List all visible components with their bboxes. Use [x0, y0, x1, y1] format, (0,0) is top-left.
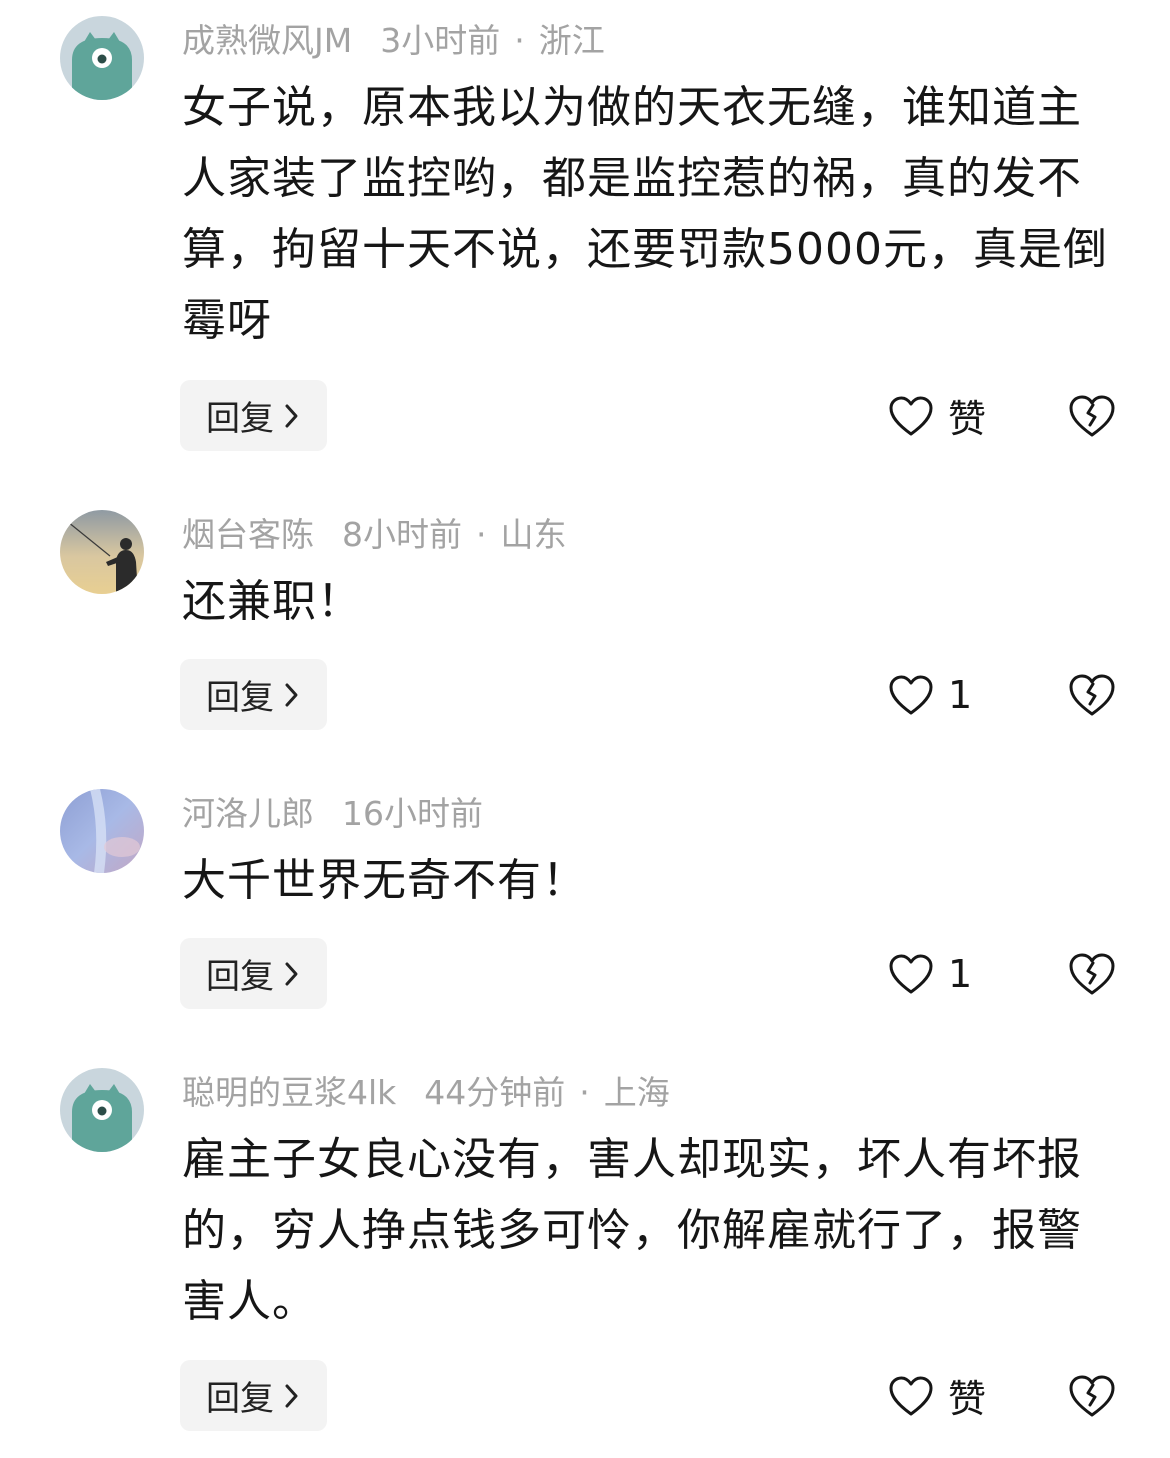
chevron-right-icon [284, 961, 300, 987]
comment-meta: 成熟微风JM 3小时前 · 浙江 [182, 16, 605, 66]
broken-heart-icon [1069, 674, 1115, 715]
teal-monster-avatar-icon [60, 16, 144, 100]
blue-sky-avatar-icon [60, 789, 144, 873]
like-button[interactable]: 赞 [888, 380, 986, 451]
heart-icon [888, 1375, 934, 1417]
fisherman-sunset-avatar-icon [60, 510, 144, 594]
reply-label: 回复 [206, 399, 274, 439]
broken-heart-icon [1069, 953, 1115, 994]
reply-label: 回复 [206, 1379, 274, 1419]
like-button[interactable]: 1 [888, 938, 972, 1009]
username[interactable]: 成熟微风JM [182, 21, 352, 60]
comment-text: 雇主子女良心没有，害人却现实，坏人有坏报的，穷人挣点钱多可怜，你解雇就行了，报警… [182, 1134, 1082, 1327]
like-button[interactable]: 赞 [888, 1360, 986, 1431]
reply-button[interactable]: 回复 [180, 938, 327, 1009]
dislike-button[interactable] [1066, 380, 1118, 451]
heart-icon [888, 953, 934, 995]
username[interactable]: 河洛儿郎 [182, 794, 314, 833]
chevron-right-icon [284, 1383, 300, 1409]
reply-button[interactable]: 回复 [180, 1360, 327, 1431]
timestamp: 16小时前 [342, 794, 483, 833]
separator-dot: · [476, 515, 487, 554]
comment-text: 大千世界无奇不有！ [182, 855, 587, 906]
reply-button[interactable]: 回复 [180, 380, 327, 451]
heart-icon [888, 395, 934, 437]
comment-meta: 河洛儿郎 16小时前 [182, 789, 483, 839]
dislike-button[interactable] [1066, 659, 1118, 730]
timestamp: 3小时前 [380, 21, 501, 60]
avatar[interactable] [60, 1068, 144, 1152]
username[interactable]: 烟台客陈 [182, 515, 314, 554]
avatar[interactable] [60, 16, 144, 100]
dislike-button[interactable] [1066, 1360, 1118, 1431]
location: 山东 [500, 515, 567, 554]
like-button[interactable]: 1 [888, 659, 972, 730]
comment-meta: 聪明的豆浆4lk 44分钟前 · 上海 [182, 1068, 670, 1118]
reply-label: 回复 [206, 678, 274, 718]
avatar[interactable] [60, 789, 144, 873]
comment-text: 还兼职！ [182, 576, 362, 627]
chevron-right-icon [284, 682, 300, 708]
timestamp: 8小时前 [342, 515, 462, 554]
location: 上海 [603, 1073, 670, 1112]
username[interactable]: 聪明的豆浆4lk [182, 1073, 396, 1112]
like-count: 1 [948, 672, 973, 717]
chevron-right-icon [284, 403, 300, 429]
timestamp: 44分钟前 [424, 1073, 566, 1112]
like-label: 赞 [948, 1377, 987, 1421]
broken-heart-icon [1069, 1375, 1115, 1416]
broken-heart-icon [1069, 395, 1115, 436]
teal-monster-avatar-icon [60, 1068, 144, 1152]
location: 浙江 [538, 21, 605, 60]
comment-meta: 烟台客陈 8小时前 · 山东 [182, 510, 567, 560]
comment-text: 女子说，原本我以为做的天衣无缝，谁知道主人家装了监控哟，都是监控惹的祸，真的发不… [182, 82, 1108, 346]
reply-button[interactable]: 回复 [180, 659, 327, 730]
separator-dot: · [514, 21, 525, 60]
dislike-button[interactable] [1066, 938, 1118, 1009]
separator-dot: · [579, 1073, 590, 1112]
like-count: 1 [948, 951, 973, 996]
heart-icon [888, 674, 934, 716]
like-label: 赞 [948, 397, 987, 441]
avatar[interactable] [60, 510, 144, 594]
reply-label: 回复 [206, 957, 274, 997]
